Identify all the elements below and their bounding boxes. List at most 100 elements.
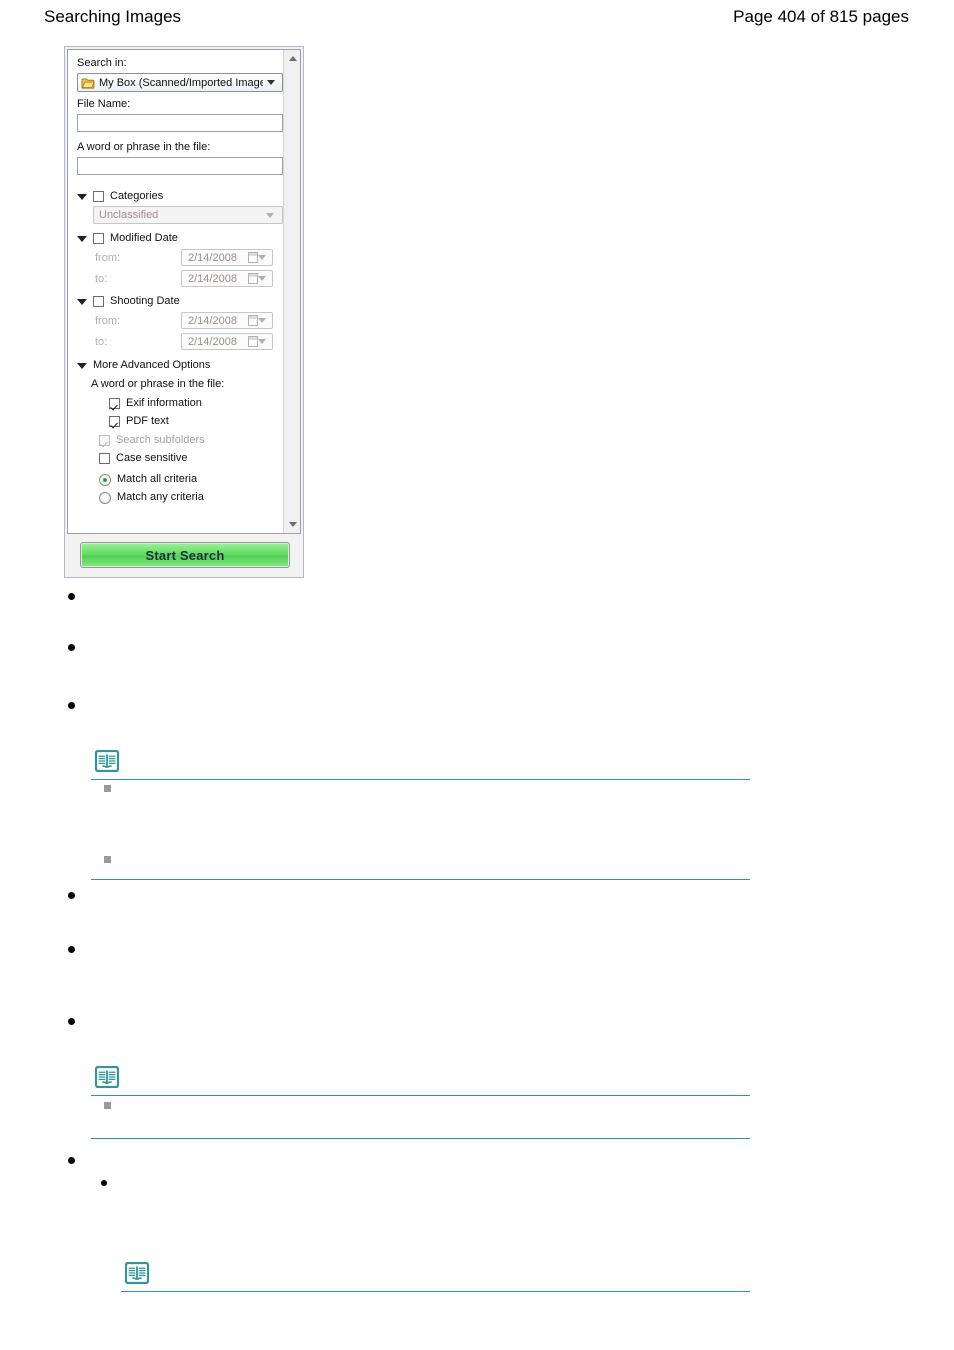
case-sensitive-row[interactable]: Case sensitive [77, 452, 278, 465]
word-or-phrase-input[interactable] [77, 157, 283, 175]
search-in-label: Search in: [77, 57, 127, 69]
advanced-word-or-phrase-label: A word or phrase in the file: [91, 378, 225, 390]
sub-list-item [104, 856, 111, 863]
start-search-button-label: Start Search [145, 547, 225, 563]
search-dialog: Search in: My Box (Scanned/Imported Imag… [64, 46, 304, 578]
modified-date-section-header[interactable]: Modified Date [77, 232, 278, 245]
pdf-text-checkbox[interactable] [109, 416, 120, 427]
shooting-date-from-value: 2/14/2008 [188, 314, 237, 327]
modified-date-label: Modified Date [110, 232, 178, 244]
pdf-text-label: PDF text [126, 415, 169, 427]
vertical-scrollbar[interactable] [283, 50, 300, 533]
shooting-date-to-value: 2/14/2008 [188, 335, 237, 348]
shooting-date-to-input[interactable]: 2/14/2008 [181, 333, 273, 350]
chevron-down-icon[interactable] [258, 318, 266, 323]
match-any-criteria-label: Match any criteria [117, 491, 204, 503]
categories-section-header[interactable]: Categories [77, 190, 278, 203]
search-subfolders-checkbox [99, 435, 110, 446]
search-in-dropdown[interactable]: My Box (Scanned/Imported Images) [77, 73, 283, 92]
more-advanced-options-label: More Advanced Options [93, 359, 211, 371]
page-title: Searching Images [44, 7, 182, 26]
match-any-criteria-row[interactable]: Match any criteria [77, 491, 278, 504]
disclosure-triangle-icon[interactable] [77, 298, 87, 305]
sub-list-item [104, 785, 111, 792]
page-number: Page 404 of 815 pages [733, 7, 909, 26]
exif-information-row[interactable]: Exif information [77, 397, 278, 410]
chevron-down-icon[interactable] [258, 255, 266, 260]
word-or-phrase-label: A word or phrase in the file: [77, 141, 211, 153]
scroll-down-arrow-icon[interactable] [284, 516, 300, 533]
list-item [68, 1018, 78, 1028]
list-item [68, 593, 78, 603]
categories-value: Unclassified [99, 209, 159, 221]
calendar-icon[interactable] [248, 336, 258, 347]
list-item [68, 892, 78, 902]
shooting-date-section-header[interactable]: Shooting Date [77, 295, 278, 308]
modified-date-to-value: 2/14/2008 [188, 272, 237, 285]
chevron-down-icon[interactable] [258, 339, 266, 344]
case-sensitive-label: Case sensitive [116, 452, 188, 464]
list-item [68, 946, 78, 956]
search-in-value: My Box (Scanned/Imported Images) [99, 76, 263, 89]
shooting-date-from-input[interactable]: 2/14/2008 [181, 312, 273, 329]
search-subfolders-label: Search subfolders [116, 434, 205, 446]
modified-date-from-row: from: 2/14/2008 [77, 249, 278, 266]
chevron-down-icon [267, 80, 275, 85]
note-icon-2 [95, 1066, 119, 1088]
file-name-label: File Name: [77, 98, 131, 110]
categories-checkbox[interactable] [93, 191, 104, 202]
categories-dropdown[interactable]: Unclassified [93, 206, 283, 224]
match-all-criteria-radio[interactable] [99, 473, 111, 486]
open-book-icon [125, 1262, 149, 1284]
note-divider [121, 1291, 750, 1292]
open-book-icon [95, 750, 119, 772]
disclosure-triangle-icon[interactable] [77, 362, 87, 369]
disclosure-triangle-icon[interactable] [77, 235, 87, 242]
page-header: Searching Images Page 404 of 815 pages [0, 0, 954, 34]
exif-information-label: Exif information [126, 397, 202, 409]
chevron-down-icon [266, 212, 274, 218]
note-divider [91, 879, 750, 880]
sub-list-item [104, 1102, 111, 1109]
scroll-up-arrow-icon[interactable] [284, 50, 300, 67]
categories-label: Categories [110, 190, 164, 202]
calendar-icon[interactable] [248, 315, 258, 326]
note-divider [91, 779, 750, 780]
list-item [68, 644, 78, 654]
modified-date-from-label: from: [95, 251, 121, 264]
match-any-criteria-radio[interactable] [99, 491, 111, 504]
open-book-icon [95, 1066, 119, 1088]
start-search-button[interactable]: Start Search [80, 542, 290, 568]
calendar-icon[interactable] [248, 252, 258, 263]
exif-information-checkbox[interactable] [109, 398, 120, 409]
search-subfolders-row: Search subfolders [77, 434, 278, 447]
pdf-text-row[interactable]: PDF text [77, 415, 278, 428]
shooting-date-label: Shooting Date [110, 295, 180, 307]
more-advanced-options-header[interactable]: More Advanced Options [77, 359, 278, 372]
search-options-scrollpane: Search in: My Box (Scanned/Imported Imag… [67, 49, 301, 534]
list-item [68, 1157, 78, 1167]
modified-date-from-input[interactable]: 2/14/2008 [181, 249, 273, 266]
note-icon-3 [125, 1262, 149, 1284]
modified-date-from-value: 2/14/2008 [188, 251, 237, 264]
file-name-input[interactable] [77, 114, 283, 132]
nested-list-item [101, 1180, 109, 1188]
shooting-date-from-label: from: [95, 314, 121, 327]
list-item [68, 702, 78, 712]
note-icon-1 [95, 750, 119, 772]
shooting-date-checkbox[interactable] [93, 296, 104, 307]
case-sensitive-checkbox[interactable] [99, 453, 110, 464]
shooting-date-to-row: to: 2/14/2008 [77, 333, 278, 350]
match-all-criteria-label: Match all criteria [117, 473, 198, 485]
disclosure-triangle-icon[interactable] [77, 193, 87, 200]
shooting-date-to-label: to: [95, 335, 108, 348]
note-divider [91, 1138, 750, 1139]
match-all-criteria-row[interactable]: Match all criteria [77, 473, 278, 486]
modified-date-checkbox[interactable] [93, 233, 104, 244]
calendar-icon[interactable] [248, 273, 258, 284]
folder-icon [81, 77, 95, 89]
modified-date-to-input[interactable]: 2/14/2008 [181, 270, 273, 287]
chevron-down-icon[interactable] [258, 276, 266, 281]
shooting-date-from-row: from: 2/14/2008 [77, 312, 278, 329]
note-divider [91, 1095, 750, 1096]
